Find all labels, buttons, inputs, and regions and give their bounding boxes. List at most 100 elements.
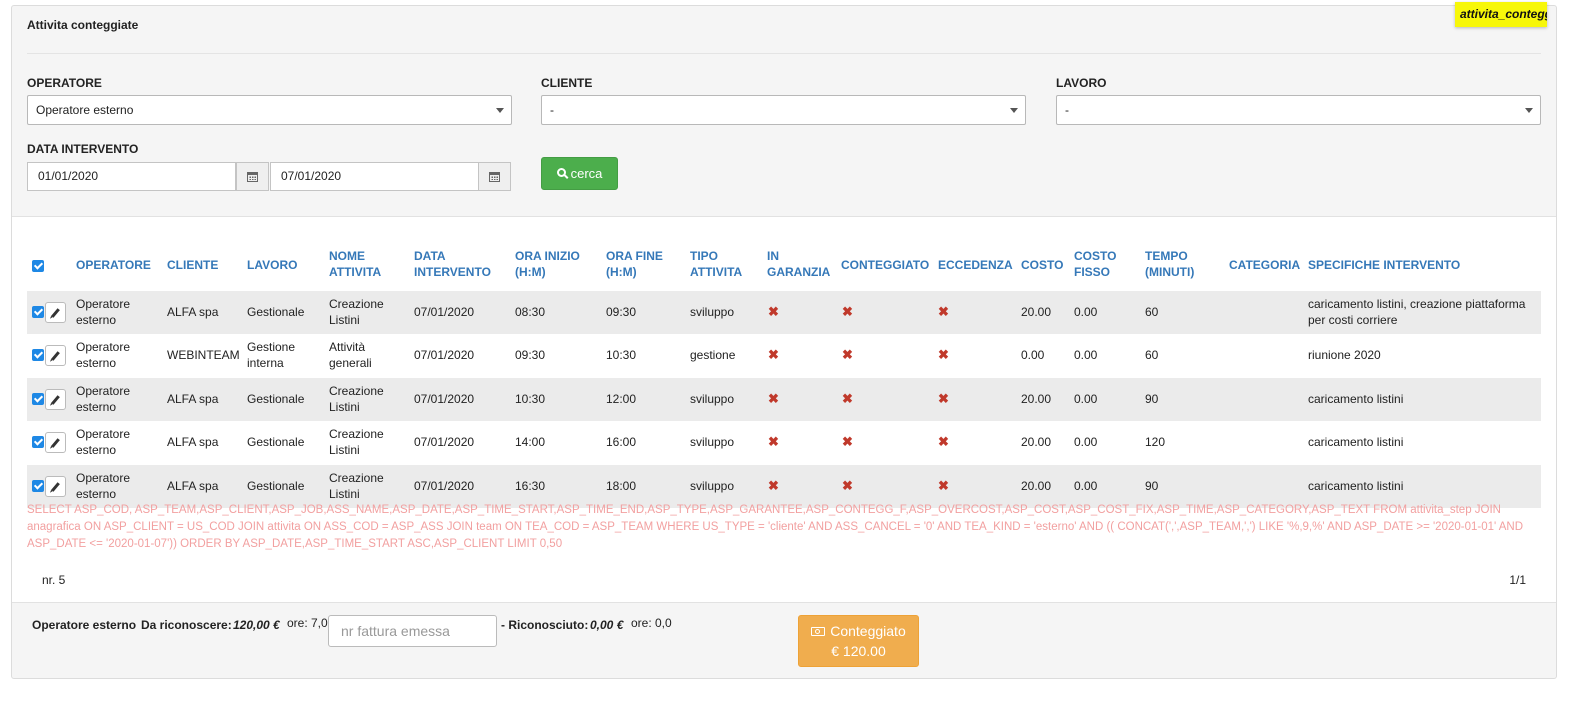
money-icon (811, 627, 826, 636)
date-to-input[interactable]: 07/01/2020 (270, 162, 479, 191)
cell-specifiche: riunione 2020 (1308, 348, 1381, 362)
conteggiato-x-icon: ✖ (842, 304, 853, 319)
edit-button[interactable] (45, 389, 66, 410)
cell-tempo: 60 (1145, 348, 1159, 362)
edit-button[interactable] (45, 476, 66, 497)
riconosciuto-value: 0,00 € (590, 618, 624, 632)
cell-operatore: Operatore esterno (76, 384, 131, 414)
pencil-icon (51, 394, 60, 405)
row-checkbox[interactable] (32, 393, 44, 405)
cell-nome-attivita: Creazione Listini (329, 297, 384, 327)
select-all-checkbox[interactable] (32, 260, 44, 272)
th-eccedenza[interactable]: ECCEDENZA (938, 257, 1013, 273)
cell-nome-attivita: Creazione Listini (329, 471, 384, 501)
chevron-down-icon (496, 108, 504, 113)
cell-ora-inizio: 14:00 (515, 435, 546, 449)
cliente-label: CLIENTE (541, 76, 593, 90)
th-tempo[interactable]: TEMPO (MINUTI) (1145, 248, 1194, 280)
calendar-icon (489, 171, 500, 182)
th-cliente[interactable]: CLIENTE (167, 257, 218, 273)
cell-costo-fisso: 0.00 (1074, 435, 1098, 449)
th-costo-fisso[interactable]: COSTO FISSO (1074, 248, 1116, 280)
lavoro-select[interactable]: - (1056, 95, 1541, 125)
riconosciuto-label: - Riconosciuto: (501, 618, 589, 632)
cell-ora-fine: 09:30 (606, 305, 637, 319)
cell-operatore: Operatore esterno (76, 427, 131, 457)
cell-ora-inizio: 09:30 (515, 348, 546, 362)
cell-tipo: sviluppo (690, 305, 735, 319)
th-nome-attivita[interactable]: NOME ATTIVITA (329, 248, 381, 280)
cell-nome-attivita: Attività generali (329, 340, 372, 370)
row-checkbox[interactable] (32, 480, 44, 492)
panel-title: Attivita conteggiate (27, 18, 139, 32)
cell-lavoro: Gestionale (247, 392, 305, 406)
cell-ora-fine: 16:00 (606, 435, 637, 449)
conteggiato-button-amount: € 120.00 (831, 643, 886, 659)
results-area: OPERATORE CLIENTE LAVORO NOME ATTIVITA D… (12, 216, 1556, 603)
th-categoria[interactable]: CATEGORIA (1229, 257, 1300, 273)
th-conteggiato[interactable]: CONTEGGIATO (841, 257, 929, 273)
cell-costo-fisso: 0.00 (1074, 392, 1098, 406)
th-ora-inizio[interactable]: ORA INIZIO (H:M) (515, 248, 580, 280)
da-riconoscere-value: 120,00 € (233, 618, 280, 632)
footer-operatore: Operatore esterno (32, 618, 137, 632)
row-checkbox[interactable] (32, 436, 44, 448)
cell-tempo: 60 (1145, 305, 1159, 319)
cell-data: 07/01/2020 (414, 392, 475, 406)
cell-tipo: gestione (690, 348, 736, 362)
th-lavoro[interactable]: LAVORO (247, 257, 297, 273)
th-data-intervento[interactable]: DATA INTERVENTO (414, 248, 491, 280)
table-row: Operatore esterno ALFA spa Gestionale Creaz… (27, 378, 1541, 421)
search-button[interactable]: cerca (541, 157, 618, 190)
search-icon (556, 168, 566, 177)
garanzia-x-icon: ✖ (768, 391, 779, 406)
eccedenza-x-icon: ✖ (938, 391, 949, 406)
conteggiato-x-icon: ✖ (842, 434, 853, 449)
date-from-picker-button[interactable] (236, 162, 269, 191)
cell-ora-inizio: 16:30 (515, 479, 546, 493)
cell-ora-fine: 18:00 (606, 479, 637, 493)
cell-specifiche: caricamento listini (1308, 479, 1404, 493)
th-tipo-attivita[interactable]: TIPO ATTIVITA (690, 248, 742, 280)
cell-specifiche: caricamento listini, creazione piattafor… (1308, 297, 1526, 327)
cell-tipo: sviluppo (690, 479, 735, 493)
th-costo[interactable]: COSTO (1021, 257, 1063, 273)
date-to-picker-button[interactable] (478, 162, 511, 191)
cell-nome-attivita: Creazione Listini (329, 384, 384, 414)
edit-button[interactable] (45, 302, 66, 323)
table-row: Operatore esterno ALFA spa Gestionale Creaz… (27, 421, 1541, 464)
cell-cliente: WEBINTEAM (167, 348, 240, 362)
cell-data: 07/01/2020 (414, 305, 475, 319)
conteggiato-button[interactable]: Conteggiato € 120.00 (798, 615, 919, 667)
pagination[interactable]: 1/1 (1509, 573, 1526, 587)
th-specifiche[interactable]: SPECIFICHE INTERVENTO (1308, 257, 1460, 273)
cell-ora-inizio: 08:30 (515, 305, 546, 319)
cell-tipo: sviluppo (690, 435, 735, 449)
cell-tempo: 120 (1145, 435, 1166, 449)
pencil-icon (51, 481, 60, 492)
cell-costo: 20.00 (1021, 435, 1052, 449)
cell-specifiche: caricamento listini (1308, 435, 1404, 449)
cell-specifiche: caricamento listini (1308, 392, 1404, 406)
eccedenza-x-icon: ✖ (938, 347, 949, 362)
row-checkbox[interactable] (32, 349, 44, 361)
th-in-garanzia[interactable]: IN GARANZIA (767, 248, 830, 280)
date-from-input[interactable]: 01/01/2020 (27, 162, 236, 191)
edit-button[interactable] (45, 345, 66, 366)
row-checkbox[interactable] (32, 306, 44, 318)
cell-cliente: ALFA spa (167, 392, 219, 406)
operatore-select[interactable]: Operatore esterno (27, 95, 512, 125)
cell-costo: 20.00 (1021, 305, 1052, 319)
search-button-label: cerca (570, 166, 603, 181)
eccedenza-x-icon: ✖ (938, 434, 949, 449)
th-operatore[interactable]: OPERATORE (76, 257, 151, 273)
edit-button[interactable] (45, 432, 66, 453)
table-row: Operatore esterno ALFA spa Gestionale Creaz… (27, 291, 1541, 334)
th-ora-fine[interactable]: ORA FINE (H:M) (606, 248, 663, 280)
cell-data: 07/01/2020 (414, 348, 475, 362)
operatore-value: Operatore esterno (36, 103, 134, 117)
fattura-input[interactable]: nr fattura emessa (328, 615, 497, 647)
cell-operatore: Operatore esterno (76, 471, 131, 501)
cliente-select[interactable]: - (541, 95, 1026, 125)
operatore-label: OPERATORE (27, 76, 102, 90)
